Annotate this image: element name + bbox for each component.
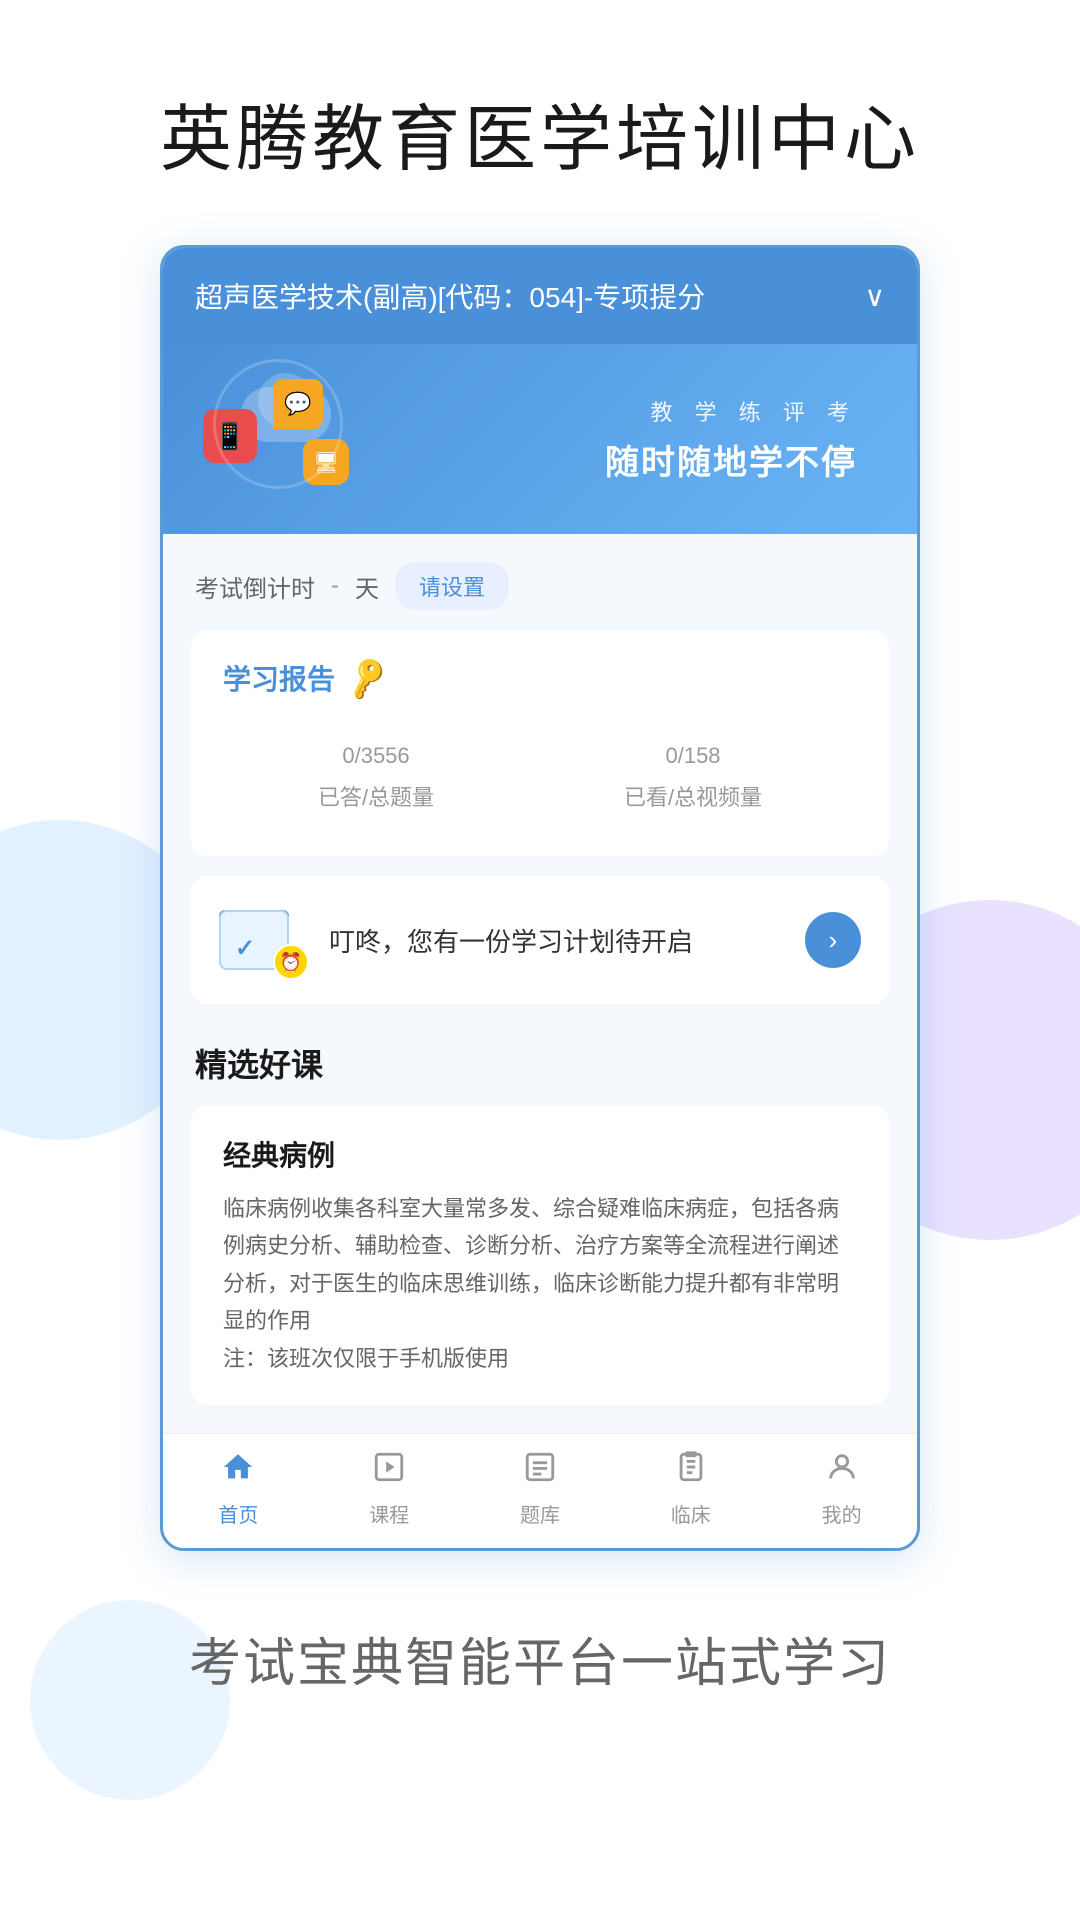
study-report-title: 学习报告 🔑 — [223, 658, 857, 698]
featured-section-title: 精选好课 — [191, 1024, 889, 1106]
plan-arrow-button[interactable]: › — [805, 912, 861, 968]
stats-row: 0/3556 已答/总题量 0/158 已看/总视频量 — [223, 722, 857, 828]
nav-item-questionbank[interactable]: 题库 — [490, 1450, 590, 1528]
nav-label-home: 首页 — [218, 1499, 258, 1528]
stat-questions: 0/3556 已答/总题量 — [318, 730, 434, 812]
banner-text: 教 学 练 评 考 随时随地学不停 — [403, 395, 877, 484]
bottom-nav: 首页 课程 — [163, 1433, 917, 1548]
course-desc: 临床病例收集各科室大量常多发、综合疑难临床病症，包括各病例病史分析、辅助检查、诊… — [223, 1190, 857, 1377]
countdown-row: 考试倒计时 - 天 请设置 — [191, 534, 889, 630]
nav-item-clinical[interactable]: 临床 — [641, 1450, 741, 1528]
page-title: 英腾教育医学培训中心 — [160, 80, 920, 185]
person-icon — [825, 1450, 859, 1493]
countdown-dash: - — [331, 572, 339, 600]
home-icon — [221, 1450, 255, 1493]
study-plan-banner[interactable]: ✓ ⏰ 叮咚，您有一份学习计划待开启 › — [191, 876, 889, 1004]
clock-icon: ⏰ — [273, 944, 309, 980]
course-name: 经典病例 — [223, 1134, 857, 1174]
nav-label-questionbank: 题库 — [520, 1499, 560, 1528]
nav-item-courses[interactable]: 课程 — [339, 1450, 439, 1528]
stat-videos: 0/158 已看/总视频量 — [624, 730, 762, 812]
watched-label: 已看/总视频量 — [624, 780, 762, 812]
study-report-card: 学习报告 🔑 0/3556 已答/总题量 0/158 已看/总视频量 — [191, 630, 889, 856]
nav-label-profile: 我的 — [822, 1499, 862, 1528]
header-bar[interactable]: 超声医学技术(副高)[代码：054]-专项提分 ∨ — [163, 248, 917, 344]
answered-count: 0/3556 — [318, 730, 434, 772]
nav-label-clinical: 临床 — [671, 1499, 711, 1528]
chevron-down-icon[interactable]: ∨ — [865, 280, 886, 313]
bottom-subtitle: 考试宝典智能平台一站式学习 — [189, 1621, 891, 1696]
play-icon — [372, 1450, 406, 1493]
course-title: 超声医学技术(副高)[代码：054]-专项提分 — [195, 276, 853, 316]
banner-subtitle: 教 学 练 评 考 — [403, 395, 857, 427]
banner-icons: 📱 💬 🖥 — [203, 359, 403, 519]
promo-banner: 📱 💬 🖥 教 学 练 评 考 随时随地学不停 — [163, 344, 917, 534]
countdown-label: 考试倒计时 — [195, 569, 315, 604]
countdown-unit: 天 — [355, 569, 379, 604]
watched-count: 0/158 — [624, 730, 762, 772]
set-countdown-button[interactable]: 请设置 — [395, 562, 509, 610]
nav-item-profile[interactable]: 我的 — [792, 1450, 892, 1528]
plan-icon: ✓ ⏰ — [219, 900, 309, 980]
nav-item-home[interactable]: 首页 — [188, 1450, 288, 1528]
content-area: 考试倒计时 - 天 请设置 学习报告 🔑 0/3556 已答/总题量 — [163, 534, 917, 1433]
answered-label: 已答/总题量 — [318, 780, 434, 812]
nav-label-courses: 课程 — [369, 1499, 409, 1528]
course-card[interactable]: 经典病例 临床病例收集各科室大量常多发、综合疑难临床病症，包括各病例病史分析、辅… — [191, 1106, 889, 1405]
list-icon — [523, 1450, 557, 1493]
phone-frame: 超声医学技术(副高)[代码：054]-专项提分 ∨ 📱 💬 🖥 — [160, 245, 920, 1551]
clipboard-icon — [674, 1450, 708, 1493]
plan-text: 叮咚，您有一份学习计划待开启 — [329, 922, 785, 959]
dial-ring — [213, 359, 343, 489]
key-icon: 🔑 — [342, 653, 392, 702]
calendar-check: ✓ — [235, 934, 255, 963]
banner-main-text: 随时随地学不停 — [403, 435, 857, 484]
